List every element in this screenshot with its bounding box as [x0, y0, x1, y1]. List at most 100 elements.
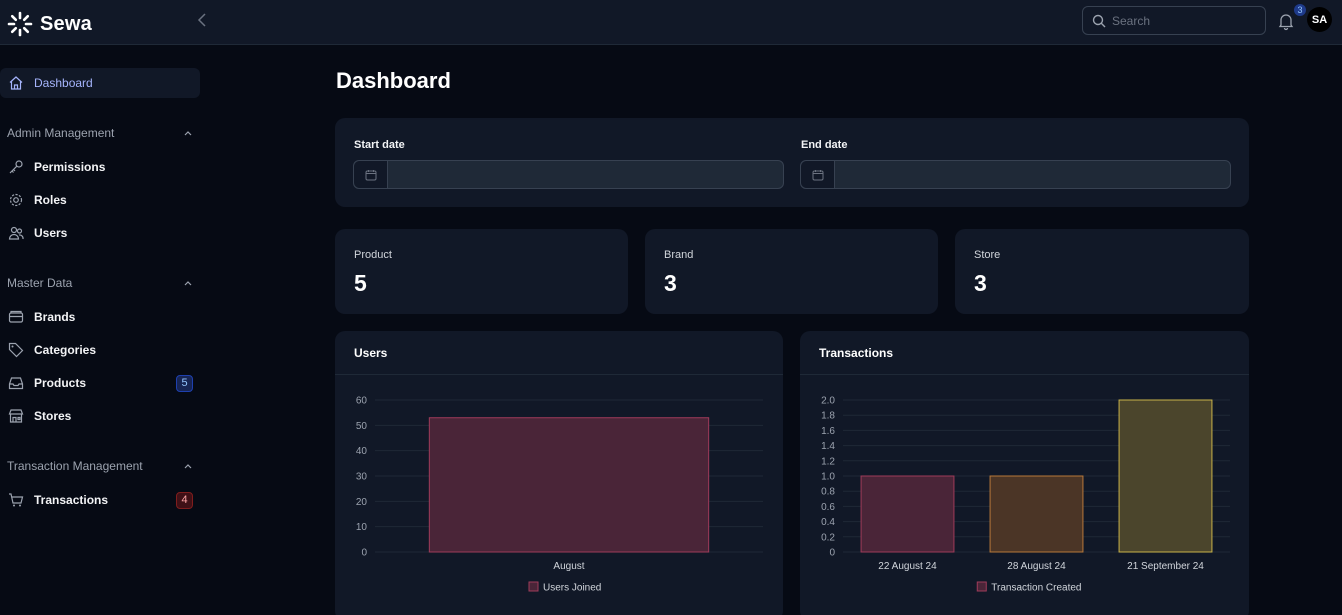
sidebar-item-label: Users: [34, 226, 68, 240]
page-title: Dashboard: [336, 68, 451, 93]
stat-label: Store: [974, 249, 1001, 261]
group-admin-management[interactable]: Admin Management: [7, 123, 193, 143]
sun-logo-icon: [7, 11, 33, 37]
sidebar-item-users[interactable]: Users: [0, 218, 200, 248]
chart-header: Users: [335, 331, 783, 375]
y-tick-label: 1.0: [821, 472, 835, 483]
legend-label: Transaction Created: [991, 583, 1081, 594]
collapse-sidebar-button[interactable]: [194, 11, 212, 31]
legend-swatch: [528, 581, 539, 592]
bar[interactable]: [989, 475, 1084, 553]
chevron-up-icon: [184, 131, 192, 136]
notification-count-badge: 3: [1294, 4, 1306, 16]
stat-card-brand: Brand 3: [645, 229, 938, 314]
y-tick-label: 1.8: [821, 411, 835, 422]
sidebar-item-stores[interactable]: Stores: [0, 401, 200, 431]
sidebar-item-categories[interactable]: Categories: [0, 335, 200, 365]
home-icon: [7, 74, 25, 92]
top-bar: Sewa 3 SA: [0, 0, 1342, 45]
end-date-label: End date: [801, 139, 848, 151]
stat-value: 3: [974, 270, 987, 296]
chart-title: Users: [354, 346, 388, 360]
stat-value: 3: [664, 270, 677, 296]
sidebar-item-label: Dashboard: [34, 76, 93, 90]
legend-swatch: [976, 581, 987, 592]
bell-icon: [1278, 14, 1294, 31]
y-tick-label: 0.2: [821, 532, 835, 543]
end-date-field[interactable]: [800, 160, 1231, 189]
legend-label: Users Joined: [543, 583, 601, 594]
sidebar-item-label: Categories: [34, 343, 97, 357]
y-tick-label: 1.4: [821, 441, 835, 452]
group-transaction-management[interactable]: Transaction Management: [7, 456, 193, 476]
cog-icon: [7, 191, 25, 209]
stat-value: 5: [354, 270, 367, 296]
group-label: Admin Management: [7, 126, 115, 140]
y-tick-label: 0: [361, 548, 367, 559]
transactions-count-badge: 4: [176, 491, 193, 509]
bar[interactable]: [860, 475, 955, 553]
tag-icon: [7, 341, 25, 359]
bar[interactable]: [1118, 399, 1213, 553]
sidebar-item-label: Permissions: [34, 160, 106, 174]
sidebar-item-label: Stores: [34, 409, 72, 423]
date-filter-card: Start date End date: [335, 118, 1249, 207]
calendar-icon[interactable]: [354, 161, 388, 188]
search-input[interactable]: [1112, 13, 1252, 28]
y-tick-label: 60: [356, 396, 368, 407]
y-tick-label: 40: [356, 446, 368, 457]
y-tick-label: 50: [356, 421, 368, 432]
users-chart-card: Users 0 10 20 30 40 50 60 August Users Joined: [335, 331, 783, 615]
brand-logo[interactable]: Sewa: [7, 11, 92, 37]
y-tick-label: 0.4: [821, 517, 835, 528]
sidebar-item-label: Roles: [34, 193, 67, 207]
user-avatar[interactable]: SA: [1307, 7, 1332, 32]
y-tick-label: 30: [356, 472, 368, 483]
chevron-up-icon: [184, 464, 192, 469]
sidebar-item-transactions[interactable]: Transactions 4: [0, 485, 200, 515]
x-tick-label: 28 August 24: [1007, 561, 1066, 572]
key-icon: [7, 158, 25, 176]
y-tick-label: 1.2: [821, 456, 835, 467]
sidebar-item-permissions[interactable]: Permissions: [0, 152, 200, 182]
search-box[interactable]: [1082, 6, 1266, 35]
group-master-data[interactable]: Master Data: [7, 273, 193, 293]
group-label: Transaction Management: [7, 459, 143, 473]
store-icon: [7, 407, 25, 425]
y-tick-label: 1.6: [821, 426, 835, 437]
chart-title: Transactions: [819, 346, 894, 360]
y-tick-label: 10: [356, 522, 368, 533]
sidebar-item-brands[interactable]: Brands: [0, 302, 200, 332]
bar[interactable]: [428, 417, 710, 553]
x-tick-label: August: [553, 561, 584, 572]
inbox-stack-icon: [7, 374, 25, 392]
y-tick-label: 2.0: [821, 396, 835, 407]
y-tick-label: 0.8: [821, 487, 835, 498]
calendar-icon[interactable]: [801, 161, 835, 188]
notifications-button[interactable]: [1276, 11, 1296, 31]
box-icon: [7, 308, 25, 326]
users-bar-chart: 0 10 20 30 40 50 60 August Users Joined: [356, 396, 763, 594]
transactions-bar-chart: 0 0.2 0.4 0.6 0.8 1.0 1.2 1.4 1.6 1.8 2.0 22 August…: [821, 396, 1230, 594]
users-icon: [7, 224, 25, 242]
sidebar-item-label: Brands: [34, 310, 76, 324]
brand-name: Sewa: [40, 12, 92, 35]
y-tick-label: 0.6: [821, 502, 835, 513]
stat-card-product: Product 5: [335, 229, 628, 314]
start-date-label: Start date: [354, 139, 405, 151]
x-tick-label: 21 September 24: [1127, 561, 1204, 572]
sidebar-item-dashboard[interactable]: Dashboard: [0, 68, 200, 98]
sidebar-item-label: Products: [34, 376, 87, 390]
start-date-field[interactable]: [353, 160, 784, 189]
products-count-badge: 5: [176, 374, 193, 392]
sidebar-item-roles[interactable]: Roles: [0, 185, 200, 215]
search-icon: [1092, 14, 1106, 27]
stat-label: Product: [354, 249, 392, 261]
transactions-chart-card: Transactions 0 0.2 0.4 0.6 0.8 1.0 1.2 1.4 1.6 1.…: [800, 331, 1249, 615]
sidebar-item-products[interactable]: Products 5: [0, 368, 200, 398]
sidebar-item-label: Transactions: [34, 493, 109, 507]
x-tick-label: 22 August 24: [878, 561, 937, 572]
shopping-cart-icon: [7, 491, 25, 509]
stat-card-store: Store 3: [955, 229, 1249, 314]
sidebar: Dashboard Admin Management Permissions R…: [0, 45, 210, 615]
